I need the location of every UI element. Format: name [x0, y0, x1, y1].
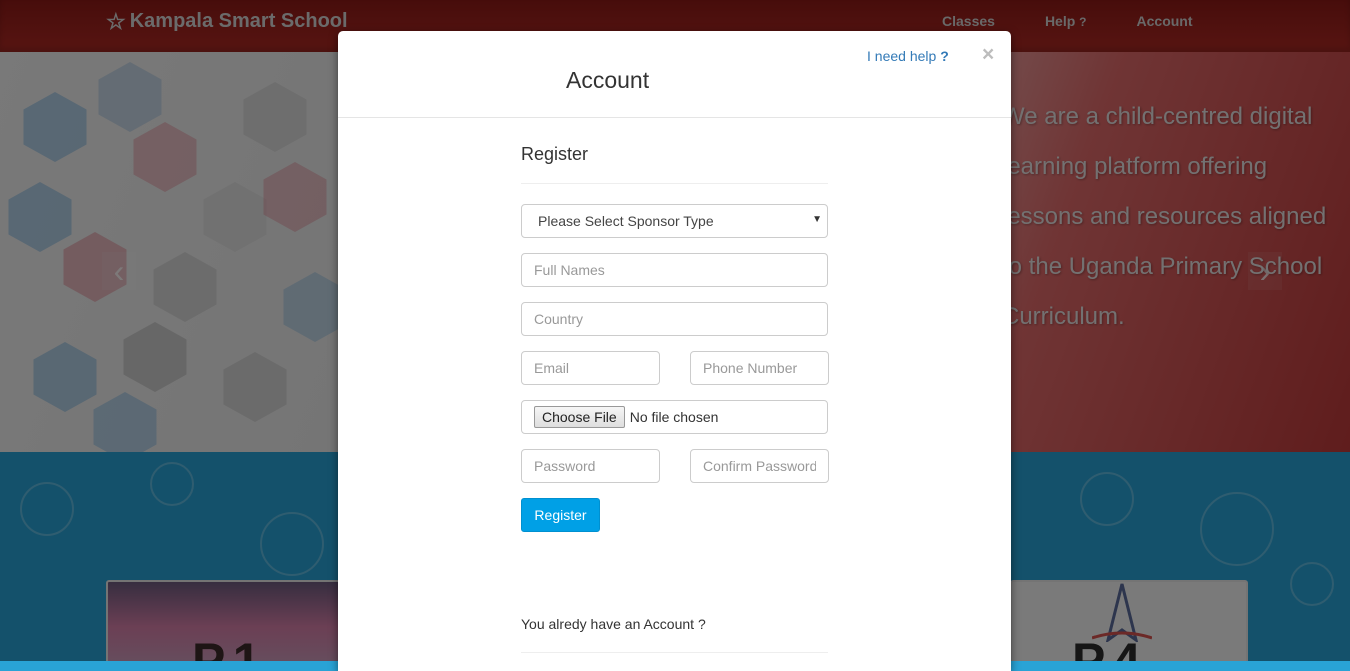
- modal-title: Account: [566, 67, 650, 93]
- country-input[interactable]: [521, 302, 828, 336]
- sponsor-type-value: Please Select Sponsor Type: [538, 213, 714, 229]
- email-input[interactable]: [521, 351, 660, 385]
- chevron-down-icon: ▼: [812, 214, 822, 225]
- close-button[interactable]: ×: [982, 44, 994, 65]
- help-link[interactable]: I need help ?: [867, 48, 949, 64]
- full-names-input[interactable]: [521, 253, 828, 287]
- register-button[interactable]: Register: [521, 498, 600, 532]
- form-title: Register: [521, 144, 589, 164]
- phone-number-input[interactable]: [690, 351, 829, 385]
- help-link-label: I need help: [867, 48, 937, 64]
- file-status: No file chosen: [629, 409, 719, 425]
- existing-account-text[interactable]: You alredy have an Account ?: [521, 616, 706, 632]
- choose-file-button[interactable]: Choose File: [534, 406, 625, 428]
- sponsor-type-select[interactable]: Please Select Sponsor Type ▼: [521, 204, 828, 238]
- account-modal: Account I need help ? × Register Please …: [338, 31, 1011, 671]
- divider: [521, 183, 828, 184]
- confirm-password-input[interactable]: [690, 449, 829, 483]
- divider: [521, 652, 828, 653]
- question-icon: ?: [940, 48, 949, 64]
- modal-header: Account I need help ? ×: [338, 31, 1011, 118]
- file-upload-field: Choose File No file chosen: [521, 400, 828, 434]
- password-input[interactable]: [521, 449, 660, 483]
